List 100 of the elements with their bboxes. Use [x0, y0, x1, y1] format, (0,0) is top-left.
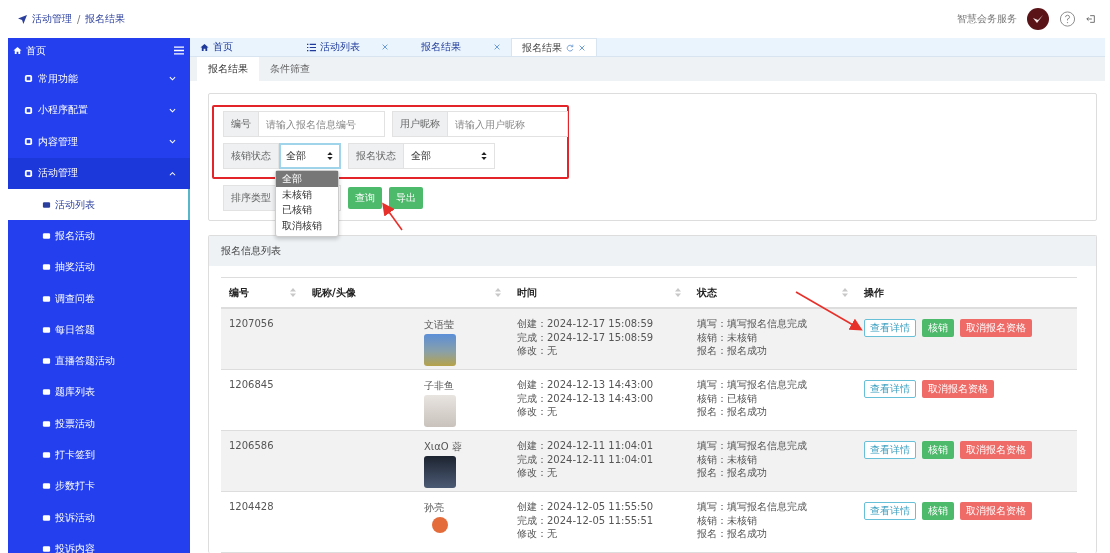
status-text: 核销：未核销	[697, 453, 758, 466]
table-cell: 1206845	[229, 379, 274, 390]
status-text: 报名：报名成功	[697, 528, 768, 541]
content-tab[interactable]: 条件筛查	[259, 57, 321, 81]
page-tab[interactable]: 报名结果	[511, 38, 597, 56]
chevron-icon	[169, 76, 176, 82]
list-icon	[307, 42, 316, 52]
sort-icon[interactable]	[675, 288, 681, 297]
menu-item-icon	[42, 325, 51, 334]
status-text: 填写：填写报名信息完成	[697, 379, 808, 392]
column-header[interactable]: 状态	[697, 285, 717, 300]
nickname: 文语莹	[424, 318, 454, 332]
page-tab[interactable]: 报名结果	[399, 38, 511, 56]
table-cell: 1206586	[229, 440, 274, 451]
menu-item-icon	[42, 482, 51, 491]
sort-arrows-icon	[481, 152, 487, 160]
time-text: 修改：无	[517, 406, 558, 419]
menu-item-icon	[24, 105, 33, 115]
chevron-icon	[169, 107, 176, 113]
submenu-item[interactable]: 调查问卷	[8, 282, 190, 315]
time-text: 完成：2024-12-11 11:04:01	[517, 453, 655, 466]
status-text: 报名：报名成功	[697, 345, 768, 358]
status-text: 填写：填写报名信息完成	[697, 501, 808, 514]
submenu-item[interactable]: 每日答题	[8, 314, 190, 346]
input-field[interactable]: 请输入用户昵称	[448, 111, 568, 137]
field-label: 报名状态	[348, 143, 404, 169]
submenu-item[interactable]: 报名活动	[8, 220, 190, 252]
time-text: 完成：2024-12-13 14:43:00	[517, 392, 655, 405]
page-tab[interactable]: 活动列表	[285, 38, 399, 56]
photo-placeholder	[424, 456, 456, 488]
submenu-item[interactable]: 投票活动	[8, 408, 190, 440]
submenu-item[interactable]: 活动列表	[8, 189, 190, 221]
time-text: 创建：2024-12-13 14:43:00	[517, 379, 655, 392]
menu-item-icon	[42, 513, 51, 522]
panel-title: 报名信息列表	[221, 244, 281, 258]
content-tab[interactable]: 报名结果	[197, 57, 259, 81]
select-field[interactable]: 全部	[279, 143, 341, 169]
submenu-item[interactable]: 题库列表	[8, 376, 190, 409]
dropdown-option[interactable]: 取消核销	[276, 217, 338, 233]
table-cell: 1207056	[229, 318, 274, 329]
column-header[interactable]: 操作	[864, 285, 884, 300]
sort-icon[interactable]	[842, 288, 848, 297]
sort-arrows-icon	[327, 152, 333, 160]
status-text: 报名：报名成功	[697, 467, 768, 480]
submenu-item[interactable]: 步数打卡	[8, 470, 190, 502]
chevron-icon	[169, 139, 176, 145]
submenu-item[interactable]: 投诉活动	[8, 501, 190, 534]
input-field[interactable]: 请输入报名信息编号	[259, 111, 385, 137]
breadcrumb-link[interactable]: 活动管理	[32, 12, 72, 26]
sidebar-item[interactable]: 活动管理	[8, 157, 190, 189]
close-icon[interactable]	[381, 43, 389, 51]
home-icon	[13, 46, 22, 55]
menu-item-icon	[42, 388, 51, 397]
time-text: 完成：2024-12-17 15:08:59	[517, 331, 655, 344]
sidebar-item[interactable]: 小程序配置	[8, 94, 190, 126]
sort-icon[interactable]	[495, 288, 501, 297]
status-text: 核销：未核销	[697, 514, 758, 527]
menu-item-icon	[42, 451, 51, 459]
status-text: 填写：填写报名信息完成	[697, 318, 808, 331]
close-icon[interactable]	[493, 43, 501, 51]
photo-placeholder	[424, 395, 456, 427]
chevron-icon	[169, 170, 176, 176]
page-tab[interactable]: 首页	[190, 38, 285, 56]
breadcrumb-link[interactable]: 报名结果	[85, 12, 126, 26]
column-header[interactable]: 编号	[229, 285, 249, 300]
home-icon	[200, 42, 209, 52]
menu-item-icon	[24, 137, 33, 147]
logout-icon[interactable]	[1086, 14, 1096, 24]
field-label: 用户昵称	[392, 111, 448, 137]
column-header[interactable]: 昵称/头像	[312, 285, 356, 300]
column-header[interactable]: 时间	[517, 285, 537, 300]
menu-item-icon	[42, 419, 51, 428]
time-text: 创建：2024-12-17 15:08:59	[517, 318, 655, 331]
submenu-item[interactable]: 打卡签到	[8, 439, 190, 471]
sidebar-title[interactable]: 首页	[26, 43, 170, 58]
avatar-icon[interactable]	[1027, 8, 1049, 30]
table-cell: 1204428	[229, 501, 274, 512]
sidebar-item[interactable]: 内容管理	[8, 126, 190, 158]
select-field[interactable]: 全部	[404, 143, 495, 169]
refresh-icon[interactable]	[566, 43, 574, 52]
menu-item-icon	[42, 263, 51, 272]
dropdown-option[interactable]: 已核销	[276, 202, 338, 218]
help-icon[interactable]	[1059, 10, 1076, 28]
time-text: 创建：2024-12-11 11:04:01	[517, 440, 655, 453]
photo-placeholder	[432, 517, 448, 533]
dropdown-option[interactable]: 未核销	[276, 186, 338, 202]
close-icon[interactable]	[578, 43, 586, 52]
photo-placeholder	[424, 334, 456, 366]
time-text: 修改：无	[517, 467, 558, 480]
breadcrumb-separator: /	[77, 13, 81, 25]
status-text: 核销：已核销	[697, 392, 758, 405]
menu-item-icon	[24, 74, 33, 84]
submenu-item[interactable]: 投诉内容	[8, 533, 190, 553]
submenu-item[interactable]: 抽奖活动	[8, 251, 190, 283]
submenu-item[interactable]: 直播答题活动	[8, 345, 190, 377]
nickname: XιαO 蓉	[424, 440, 462, 454]
sort-icon[interactable]	[290, 288, 296, 297]
sidebar-item[interactable]: 常用功能	[8, 63, 190, 95]
menu-icon[interactable]	[174, 46, 184, 55]
dropdown-option[interactable]: 全部	[276, 171, 338, 187]
